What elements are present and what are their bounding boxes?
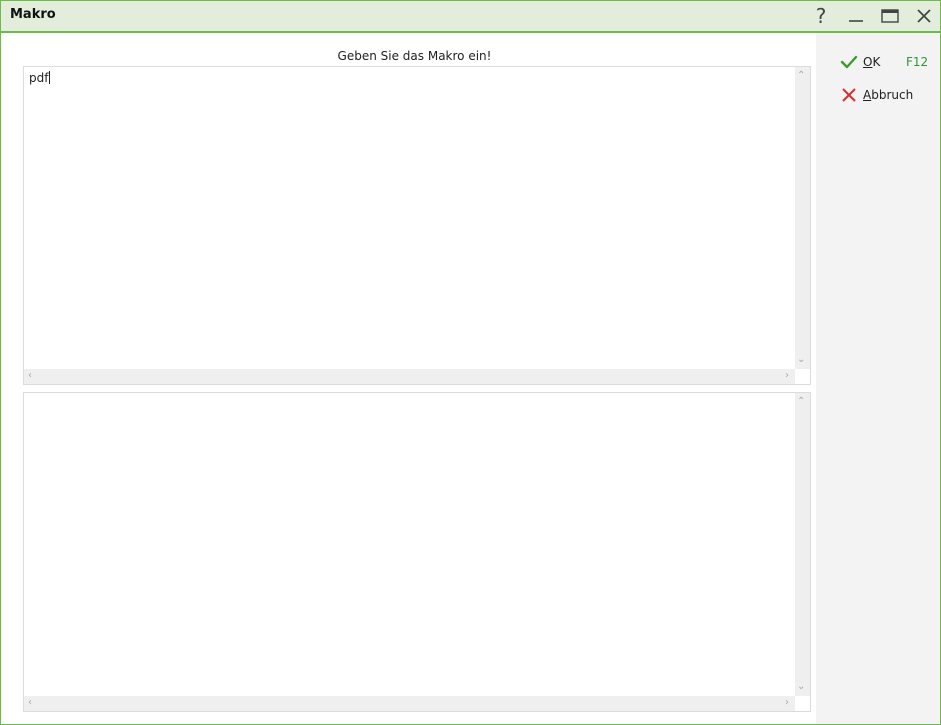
ok-button[interactable]: OK	[840, 51, 880, 73]
cancel-button[interactable]: Abbruch	[840, 84, 913, 106]
main-content: Geben Sie das Makro ein! pdf ⌃ ⌄ ‹ › ⌃ ⌄…	[1, 33, 816, 724]
macro-dialog: Makro ? Geben Sie das Makro ein! pdf ⌃ ⌄…	[0, 0, 941, 725]
scroll-up-icon[interactable]: ⌃	[797, 397, 805, 407]
maximize-button[interactable]	[877, 4, 903, 28]
cancel-label: Abbruch	[863, 88, 914, 102]
macro-output[interactable]: ⌃ ⌄ ‹ ›	[23, 392, 811, 712]
macro-input-text: pdf	[29, 71, 49, 85]
vertical-scrollbar[interactable]: ⌃ ⌄	[795, 67, 810, 369]
scroll-down-icon[interactable]: ⌄	[797, 355, 805, 365]
maximize-icon	[881, 9, 899, 23]
macro-input[interactable]: pdf ⌃ ⌄ ‹ ›	[23, 66, 811, 385]
horizontal-scrollbar[interactable]: ‹ ›	[24, 696, 795, 711]
scroll-down-icon[interactable]: ⌄	[797, 682, 805, 692]
vertical-scrollbar[interactable]: ⌃ ⌄	[795, 393, 810, 696]
checkmark-icon	[840, 55, 858, 69]
scroll-up-icon[interactable]: ⌃	[797, 71, 805, 81]
minimize-button[interactable]	[843, 4, 869, 28]
help-icon: ?	[815, 4, 827, 28]
horizontal-scrollbar[interactable]: ‹ ›	[24, 369, 795, 384]
close-icon	[917, 9, 931, 23]
close-button[interactable]	[911, 4, 937, 28]
window-title: Makro	[10, 7, 56, 22]
scroll-right-icon[interactable]: ›	[785, 698, 789, 708]
scroll-right-icon[interactable]: ›	[785, 371, 789, 381]
ok-label: OK	[863, 55, 881, 69]
help-button[interactable]: ?	[808, 4, 834, 28]
prompt-label: Geben Sie das Makro ein!	[337, 49, 492, 63]
action-panel: OK F12 Abbruch	[816, 33, 940, 724]
cross-icon	[842, 88, 856, 102]
minimize-icon	[849, 20, 863, 22]
scroll-left-icon[interactable]: ‹	[28, 698, 32, 708]
text-caret	[49, 71, 51, 84]
title-bar: Makro ?	[1, 1, 940, 33]
ok-shortcut: F12	[906, 55, 929, 69]
scroll-left-icon[interactable]: ‹	[28, 371, 32, 381]
